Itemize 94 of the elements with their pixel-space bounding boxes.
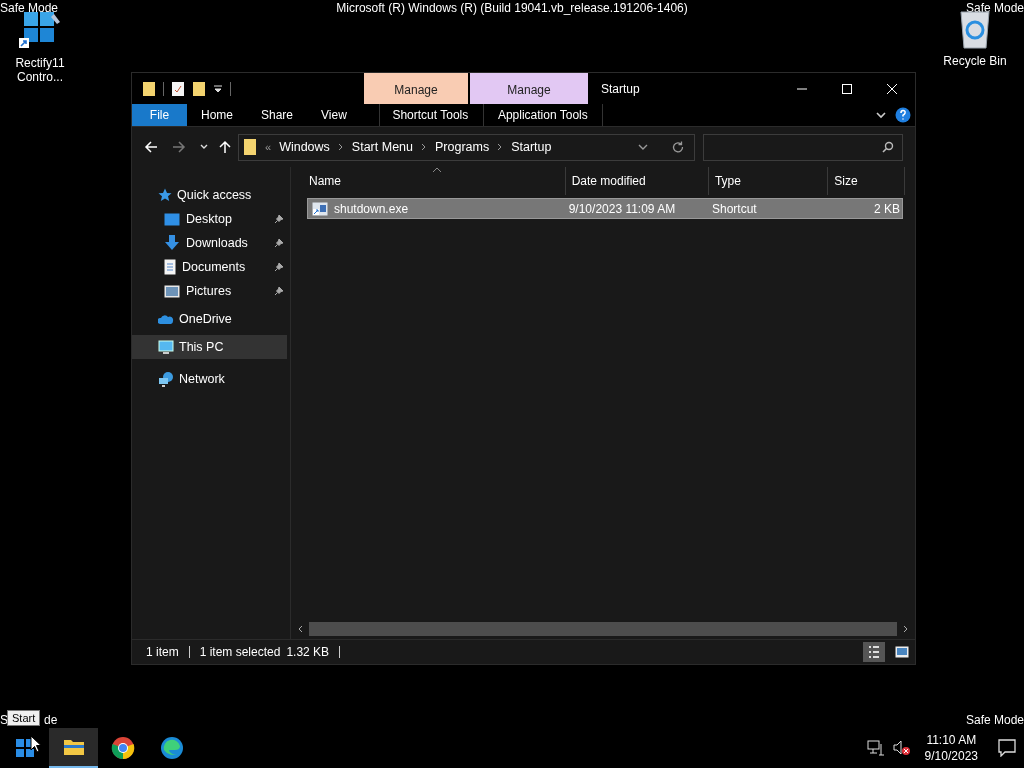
- item-count: 1 item: [146, 645, 179, 659]
- pin-icon[interactable]: [274, 286, 284, 296]
- clock-time[interactable]: 11:10 AM: [926, 732, 977, 748]
- safe-mode-label: Safe Mode: [965, 713, 1024, 727]
- scroll-right-icon[interactable]: [901, 625, 909, 633]
- network-status-icon[interactable]: [866, 740, 885, 756]
- picture-icon: [164, 284, 180, 298]
- column-header[interactable]: Name: [295, 167, 566, 195]
- context-tab-header: Manage: [364, 73, 468, 104]
- ribbon-tab[interactable]: File: [132, 104, 187, 126]
- safe-mode-label: Safe Mode: [965, 1, 1024, 15]
- search-icon: [882, 141, 894, 153]
- context-tab-header: Manage: [470, 73, 588, 104]
- refresh-icon[interactable]: [672, 141, 684, 153]
- date-cell-text: 9/10/2023 11:09 AM: [567, 201, 677, 216]
- picture-frame-icon: [895, 646, 909, 658]
- taskbar-app-button[interactable]: [49, 728, 98, 768]
- address-bar[interactable]: « Windows Start Menu Programs Startup: [238, 133, 695, 161]
- file-name: shutdown.exe: [334, 201, 409, 216]
- help-icon[interactable]: [895, 107, 911, 123]
- ribbon-tab[interactable]: Shortcut Tools: [378, 104, 481, 126]
- desktop-icon-label[interactable]: Rectify11 Contro...: [10, 56, 70, 84]
- properties-icon[interactable]: [171, 80, 185, 97]
- column-header[interactable]: Size: [828, 167, 905, 195]
- safe-mode-label: S: [0, 713, 8, 727]
- recent-locations-icon[interactable]: [200, 143, 208, 151]
- breadcrumb[interactable]: Windows: [279, 140, 330, 154]
- folder-icon: [243, 138, 257, 156]
- back-arrow-icon[interactable]: [144, 140, 158, 154]
- cloud-icon: [158, 314, 174, 324]
- selection-size: 1.32 KB: [286, 645, 330, 659]
- nav-item[interactable]: Downloads: [132, 231, 290, 255]
- muted-speaker-icon[interactable]: [892, 740, 911, 756]
- overflow-chevron[interactable]: «: [265, 141, 272, 153]
- maximize-icon[interactable]: [841, 82, 853, 95]
- breadcrumb-separator-icon[interactable]: [421, 143, 427, 151]
- nav-item[interactable]: Quick access: [132, 183, 290, 207]
- nav-item[interactable]: Desktop: [132, 207, 290, 231]
- download-arrow-icon: [164, 235, 180, 251]
- details-view-button[interactable]: [863, 642, 885, 662]
- breadcrumb[interactable]: Start Menu: [351, 140, 413, 154]
- nav-item[interactable]: OneDrive: [132, 307, 290, 331]
- pin-icon[interactable]: [274, 238, 284, 248]
- pin-icon[interactable]: [274, 262, 284, 272]
- sort-caret-icon: [432, 167, 442, 173]
- folder-icon[interactable]: [142, 80, 156, 97]
- breadcrumb-separator-icon[interactable]: [337, 143, 344, 151]
- chevron-down-icon[interactable]: [875, 109, 887, 121]
- size-cell-text: 2 KB: [873, 201, 901, 216]
- breadcrumb-separator-icon[interactable]: [497, 143, 504, 151]
- window-title: Startup: [601, 81, 641, 96]
- folder-icon: [62, 738, 85, 756]
- details-list-icon: [868, 645, 880, 659]
- nav-item[interactable]: This PC: [132, 335, 287, 359]
- selection-status: 1 item selected: [199, 645, 281, 659]
- star-icon: [158, 188, 172, 202]
- desktop-icon: [164, 212, 180, 226]
- scroll-left-icon[interactable]: [297, 625, 305, 633]
- nav-item[interactable]: Documents: [132, 255, 290, 279]
- safe-mode-label: Safe Mode: [0, 1, 59, 15]
- file-row[interactable]: shutdown.exe 9/10/2023 11:09 AM Shortcut 2 KB: [307, 198, 903, 219]
- up-arrow-icon[interactable]: [218, 140, 232, 154]
- notification-icon[interactable]: [998, 739, 1016, 757]
- pin-icon[interactable]: [274, 214, 284, 224]
- cursor-icon: [30, 735, 42, 753]
- desktop-icon-label[interactable]: Recycle Bin: [935, 54, 1015, 68]
- browser-icon: [110, 736, 135, 760]
- document-icon: [164, 259, 176, 275]
- tooltip: Start: [7, 710, 41, 726]
- history-dropdown-icon[interactable]: [638, 142, 648, 152]
- close-icon[interactable]: [886, 82, 898, 95]
- column-header[interactable]: Type: [708, 167, 829, 195]
- breadcrumb[interactable]: Programs: [435, 140, 490, 154]
- new-folder-icon[interactable]: [192, 80, 206, 97]
- computer-icon: [158, 339, 174, 355]
- column-header[interactable]: Date modified: [565, 167, 709, 195]
- type-cell-text: Shortcut: [710, 201, 758, 216]
- shortcut-icon: [312, 201, 328, 216]
- safe-mode-label: de: [44, 713, 58, 727]
- dropdown-icon[interactable]: [213, 83, 223, 94]
- network-icon: [158, 371, 174, 387]
- breadcrumb[interactable]: Startup: [511, 140, 552, 154]
- ribbon-tab[interactable]: Application Tools: [482, 104, 603, 126]
- forward-arrow-icon[interactable]: [172, 140, 186, 154]
- ribbon-tab[interactable]: Share: [247, 104, 308, 126]
- nav-item[interactable]: Pictures: [132, 279, 290, 303]
- browser-icon: [159, 736, 184, 760]
- clock-date[interactable]: 9/10/2023: [924, 748, 978, 764]
- ribbon-tab[interactable]: View: [307, 104, 361, 126]
- nav-item[interactable]: Network: [132, 367, 290, 391]
- build-info-text: Microsoft (R) Windows (R) (Build 19041.vb_release.191206-1406): [336, 1, 688, 15]
- ribbon-tab[interactable]: Home: [187, 104, 247, 126]
- search-field[interactable]: [703, 133, 903, 161]
- scrollbar-thumb[interactable]: [309, 622, 897, 636]
